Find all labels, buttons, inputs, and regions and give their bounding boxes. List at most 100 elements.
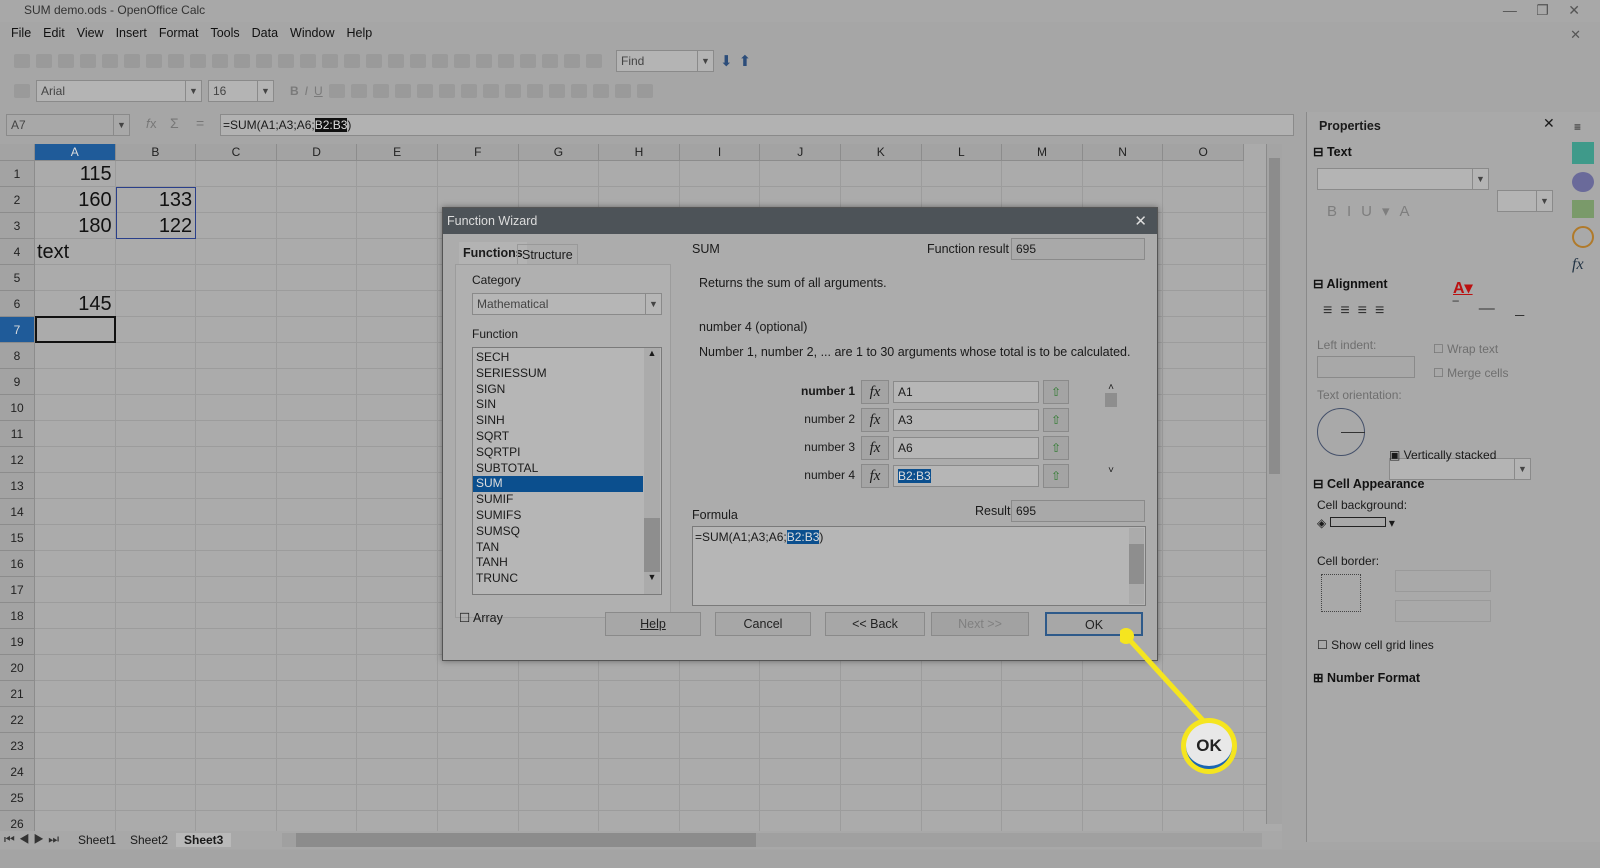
scrollbar-thumb[interactable] (1129, 544, 1144, 584)
chevron-down-icon[interactable]: ▼ (113, 115, 129, 135)
vertical-align-buttons[interactable]: ‾ — _ (1453, 300, 1532, 318)
row-header-14[interactable]: 14 (0, 499, 35, 525)
decrease-indent-icon[interactable] (548, 84, 565, 98)
navigator-deck-icon[interactable] (1572, 226, 1594, 248)
align-center-icon[interactable] (350, 84, 367, 98)
number-format-section-header[interactable]: ⊞ Number Format (1313, 670, 1557, 685)
increase-indent-icon[interactable] (570, 84, 587, 98)
name-box[interactable]: A7 ▼ (6, 114, 130, 136)
italic-icon[interactable]: I (305, 84, 308, 98)
properties-deck-icon[interactable] (1572, 142, 1594, 164)
cancel-button[interactable]: Cancel (715, 612, 811, 636)
merge-cells-checkbox[interactable]: ☐ Merge cells (1433, 366, 1508, 380)
merge-icon[interactable] (416, 84, 433, 98)
add-decimal-icon[interactable] (504, 84, 521, 98)
chevron-down-icon[interactable]: ▼ (257, 81, 273, 101)
help-button[interactable]: Help (605, 612, 701, 636)
menu-window[interactable]: Window (285, 24, 339, 44)
borders-icon[interactable] (592, 84, 609, 98)
arguments-scrollbar[interactable]: ˄ ˅ (1103, 382, 1119, 486)
row-header-15[interactable]: 15 (0, 525, 35, 551)
row-header-11[interactable]: 11 (0, 421, 35, 447)
argument-input[interactable]: B2:B3 (893, 465, 1039, 487)
currency-icon[interactable] (438, 84, 455, 98)
edit-icon[interactable] (102, 54, 118, 68)
shrink-select-icon[interactable]: ⇧ (1043, 380, 1069, 404)
print-icon[interactable] (146, 54, 162, 68)
function-wizard-icon[interactable]: fx (861, 408, 889, 432)
function-list-item[interactable]: TRUNC (473, 571, 661, 587)
pdf-icon[interactable] (124, 54, 140, 68)
column-header-O[interactable]: O (1163, 144, 1244, 161)
menu-edit[interactable]: Edit (38, 24, 70, 44)
scrollbar-thumb[interactable] (1105, 393, 1117, 407)
find-next-icon[interactable]: ⬇ (720, 52, 733, 70)
sum-icon[interactable]: Σ (170, 115, 179, 131)
close-sidebar-icon[interactable]: ✕ (1543, 115, 1555, 132)
sheet-tab-3-active[interactable]: Sheet3 (176, 833, 232, 847)
draw-icon[interactable] (454, 54, 470, 68)
cell-border-button[interactable] (1321, 574, 1361, 612)
chevron-down-icon[interactable]: ▼ (1536, 191, 1552, 211)
font-color-icon[interactable] (636, 84, 653, 98)
chevron-down-icon[interactable]: ▼ (1472, 169, 1488, 189)
scrollbar-thumb[interactable] (1269, 158, 1280, 474)
new-icon[interactable] (14, 54, 30, 68)
open-icon[interactable] (36, 54, 52, 68)
tab-structure[interactable]: Structure (517, 244, 578, 266)
find-previous-icon[interactable]: ⬆ (739, 52, 752, 70)
formula-editor[interactable]: =SUM(A1;A3;A6;B2:B3) (692, 526, 1146, 606)
horizontal-align-buttons[interactable]: ≡≡≡≡ (1323, 302, 1392, 320)
column-header-A[interactable]: A (35, 144, 116, 161)
align-left-icon[interactable] (328, 84, 345, 98)
function-list-item[interactable]: SIN (473, 397, 661, 413)
row-header-4[interactable]: 4 (0, 239, 35, 265)
column-header-I[interactable]: I (679, 144, 761, 161)
function-list-item[interactable]: SQRT (473, 429, 661, 445)
menu-view[interactable]: View (72, 24, 109, 44)
formula-scrollbar[interactable] (1129, 528, 1144, 604)
row-header-24[interactable]: 24 (0, 759, 35, 785)
column-header-B[interactable]: B (115, 144, 197, 161)
preview-icon[interactable] (168, 54, 184, 68)
cut-icon[interactable] (234, 54, 250, 68)
close-document-icon[interactable]: ✕ (1565, 25, 1586, 45)
font-size-select[interactable]: 16 ▼ (208, 80, 274, 102)
autospell-icon[interactable] (212, 54, 228, 68)
percent-icon[interactable] (460, 84, 477, 98)
row-header-3[interactable]: 3 (0, 213, 35, 239)
cell-A2[interactable]: 160 (37, 187, 111, 213)
format-paintbrush-icon[interactable] (300, 54, 316, 68)
function-list[interactable]: SECH SERIESSUM SIGN SIN SINH SQRT SQRTPI SUBTOT… (472, 347, 662, 595)
row-header-16[interactable]: 16 (0, 551, 35, 577)
close-icon[interactable]: ✕ (1134, 212, 1147, 230)
functions-deck-icon[interactable]: fx (1572, 256, 1594, 274)
shrink-select-icon[interactable]: ⇧ (1043, 436, 1069, 460)
paste-icon[interactable] (278, 54, 294, 68)
cell-A4[interactable]: text (37, 239, 112, 265)
cell-background-button[interactable]: ◈ ▾ (1317, 516, 1407, 538)
show-grid-lines-checkbox[interactable]: ☐ Show cell grid lines (1317, 638, 1434, 652)
row-header-5[interactable]: 5 (0, 265, 35, 291)
justify-icon[interactable] (394, 84, 411, 98)
function-list-item[interactable]: SUMIFS (473, 508, 661, 524)
row-header-6[interactable]: 6 (0, 291, 35, 317)
left-indent-input[interactable] (1317, 356, 1415, 378)
horizontal-scrollbar[interactable] (282, 833, 1262, 847)
menu-help[interactable]: Help (342, 24, 378, 44)
menu-data[interactable]: Data (247, 24, 283, 44)
column-header-K[interactable]: K (841, 144, 922, 161)
function-list-item[interactable]: SERIESSUM (473, 366, 661, 382)
delete-decimal-icon[interactable] (526, 84, 543, 98)
function-list-item[interactable]: SUMIF (473, 492, 661, 508)
cell-appearance-section-header[interactable]: ⊟ Cell Appearance (1313, 476, 1557, 491)
column-header-N[interactable]: N (1082, 144, 1164, 161)
argument-input[interactable]: A6 (893, 437, 1039, 459)
row-header-12[interactable]: 12 (0, 447, 35, 473)
row-header-10[interactable]: 10 (0, 395, 35, 421)
formula-input[interactable]: =SUM(A1;A3;A6;B2:B3) (220, 114, 1294, 136)
chevron-down-icon[interactable]: ▼ (697, 51, 713, 71)
back-button[interactable]: << Back (825, 612, 925, 636)
find-input[interactable]: Find ▼ (616, 50, 714, 72)
gallery-deck-icon[interactable] (1572, 200, 1594, 218)
